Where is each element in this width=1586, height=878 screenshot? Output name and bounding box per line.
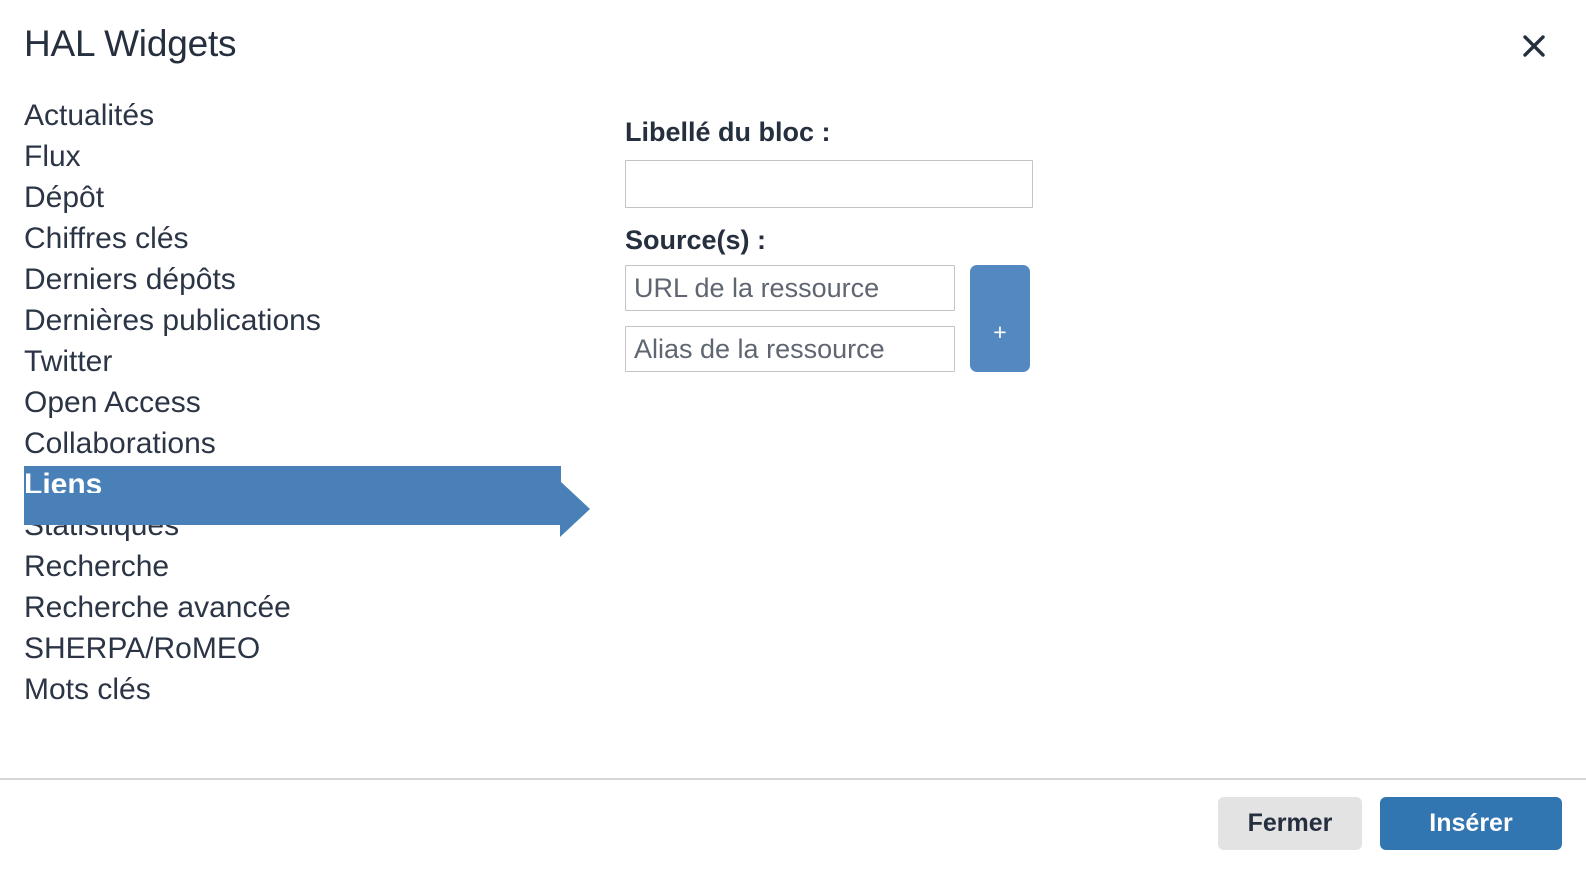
widget-list-item[interactable]: Twitter xyxy=(0,341,600,382)
widget-list-item-label: Recherche avancée xyxy=(24,591,291,624)
widget-list-item[interactable]: Recherche avancée xyxy=(0,587,600,628)
widget-list-item[interactable]: Dépôt xyxy=(0,177,600,218)
widget-list-item-label: Collaborations xyxy=(24,427,216,460)
dialog-footer: Fermer Insérer xyxy=(0,778,1586,878)
widget-list-item-label: Actualités xyxy=(24,99,155,132)
widget-list-item[interactable]: SHERPA/RoMEO xyxy=(0,628,600,669)
footer-actions: Fermer Insérer xyxy=(1218,797,1562,850)
dialog-body: Actualités Flux Dépôt Chiffres clés Derniers… xyxy=(0,95,1586,778)
widget-list-item-label: Derniers dépôts xyxy=(24,263,236,296)
bloc-label: Libellé du bloc : xyxy=(625,117,831,147)
widget-list-item-label: Twitter xyxy=(24,345,113,378)
close-dialog-button[interactable]: Fermer xyxy=(1218,797,1362,850)
widget-list-item-label: Dernières publications xyxy=(24,304,321,337)
widget-list-item-label: Liens xyxy=(24,468,103,501)
widget-list-item-label: SHERPA/RoMEO xyxy=(24,632,261,665)
widget-list-item[interactable]: Chiffres clés xyxy=(0,218,600,259)
widget-list-item-label: Mots clés xyxy=(24,673,151,706)
widget-list-item[interactable]: Actualités xyxy=(0,95,600,136)
widget-list-item-label: Recherche xyxy=(24,550,170,583)
bloc-label-input[interactable] xyxy=(625,160,1033,208)
widget-list-item[interactable]: Collaborations xyxy=(0,423,600,464)
widget-list-item-label: Flux xyxy=(24,140,81,173)
widget-list-item-label: Dépôt xyxy=(24,181,105,214)
widget-list-item-label: Statistiques xyxy=(24,509,180,542)
close-button[interactable] xyxy=(1514,26,1554,66)
widget-list-item[interactable]: Flux xyxy=(0,136,600,177)
widget-list-item[interactable]: Statistiques xyxy=(0,505,600,546)
widget-list-item-label: Chiffres clés xyxy=(24,222,189,255)
widget-list-item[interactable]: Dernières publications xyxy=(0,300,600,341)
widget-list-item[interactable]: Recherche xyxy=(0,546,600,587)
sources-label: Source(s) : xyxy=(625,225,767,255)
source-alias-input[interactable] xyxy=(625,326,955,372)
source-url-input[interactable] xyxy=(625,265,955,311)
widget-type-list: Actualités Flux Dépôt Chiffres clés Derniers… xyxy=(0,95,600,710)
dialog-header: HAL Widgets xyxy=(0,0,1586,95)
close-icon xyxy=(1519,31,1549,61)
add-source-button[interactable]: + xyxy=(970,265,1030,372)
widget-list-item[interactable]: Derniers dépôts xyxy=(0,259,600,300)
widget-list-item-label: Open Access xyxy=(24,386,201,419)
widget-list-item[interactable]: Mots clés xyxy=(0,669,600,710)
widget-list-item[interactable]: Open Access xyxy=(0,382,600,423)
page-title: HAL Widgets xyxy=(24,23,237,64)
insert-button[interactable]: Insérer xyxy=(1380,797,1562,850)
widget-list-item[interactable]: Liens xyxy=(0,464,600,505)
